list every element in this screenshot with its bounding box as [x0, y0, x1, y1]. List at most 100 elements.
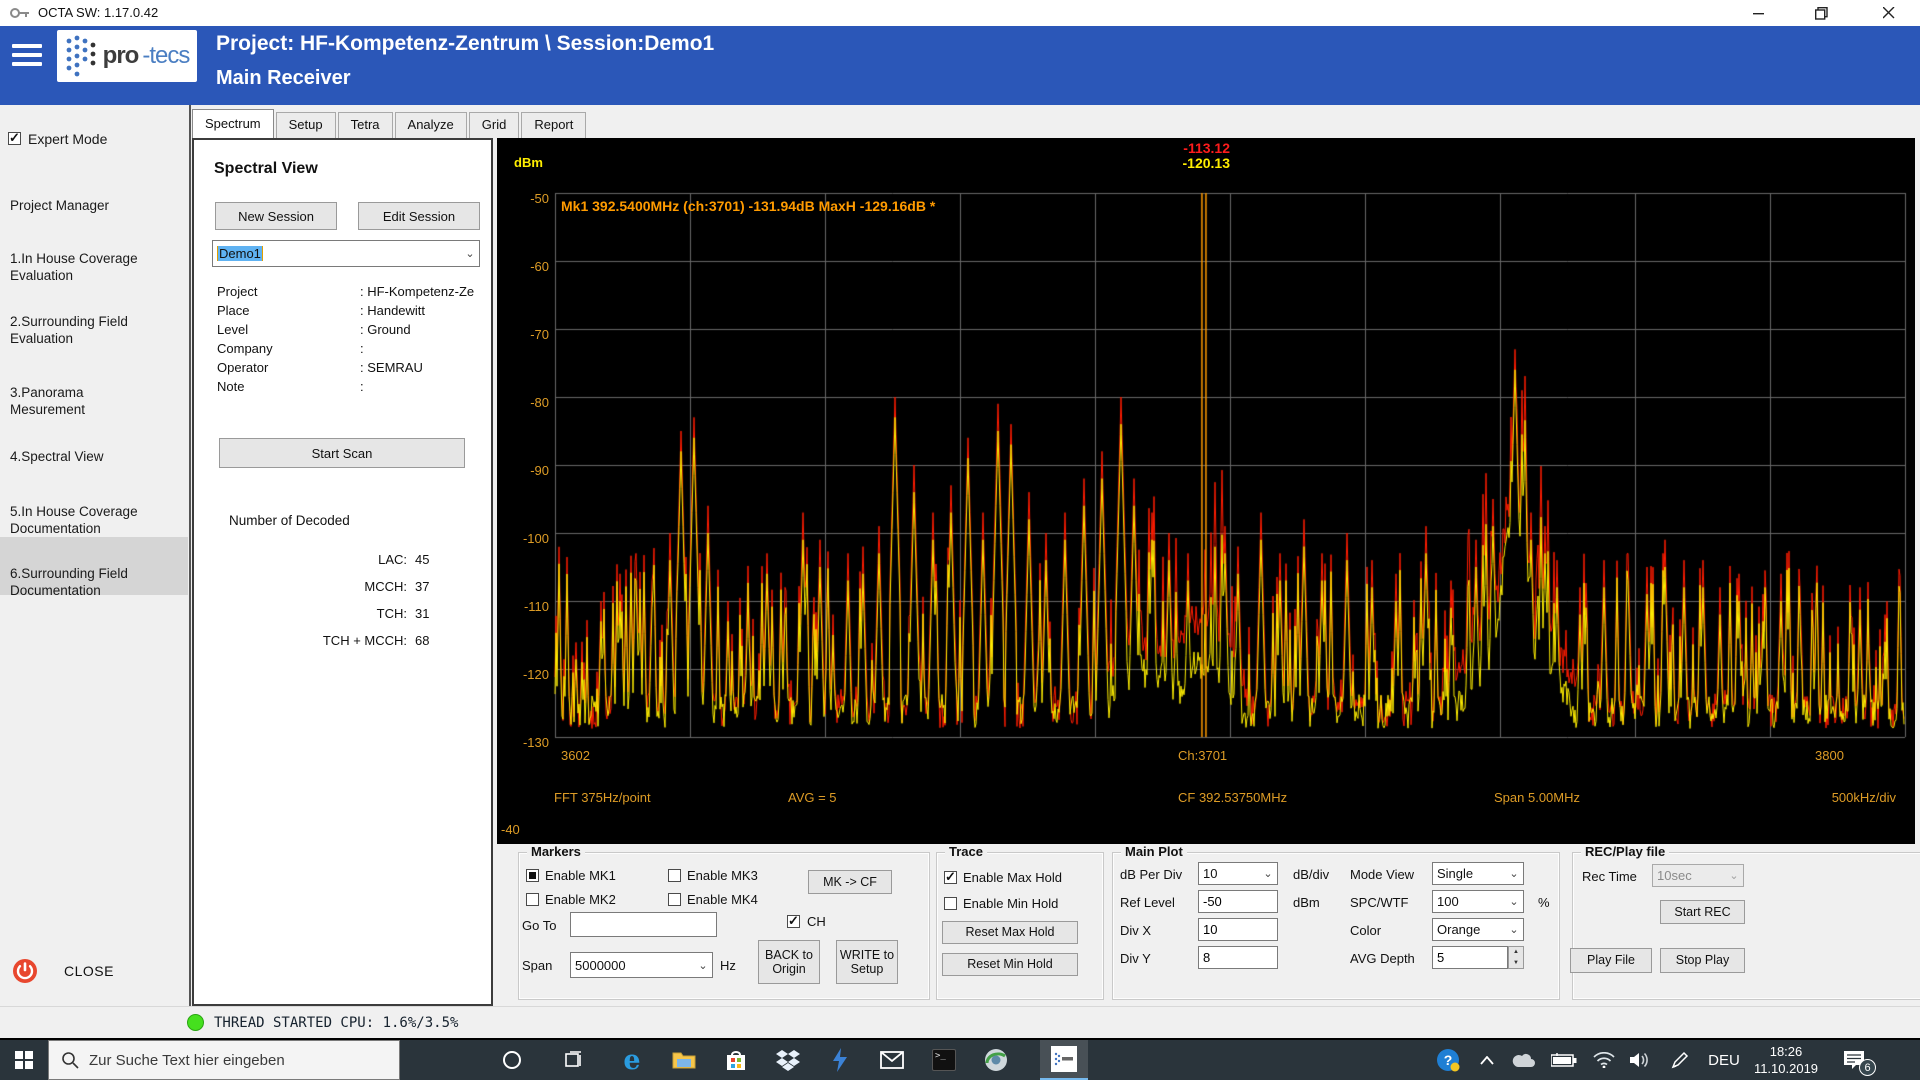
chevron-down-icon: ⌄ [694, 959, 712, 972]
div-y-label: Div Y [1120, 951, 1151, 966]
close-app-label[interactable]: CLOSE [64, 963, 114, 979]
sidebar-item-in-house-doc[interactable]: 5.In House Coverage Documentation [10, 503, 150, 537]
rec-play-group-title: REC/Play file [1581, 844, 1669, 859]
info-value-place: : Handewitt [360, 303, 425, 318]
logo-text-pro: pro [103, 42, 139, 70]
enable-min-hold-checkbox[interactable] [944, 897, 957, 910]
write-to-setup-button[interactable]: WRITE to Setup [836, 940, 898, 984]
ref-level-input[interactable] [1198, 890, 1278, 913]
lightning-app-button[interactable] [818, 1040, 862, 1080]
help-tray-button[interactable]: ? [1430, 1040, 1466, 1080]
enable-max-hold-checkbox[interactable] [944, 871, 957, 884]
mode-view-combo[interactable]: Single ⌄ [1432, 862, 1524, 885]
tab-grid[interactable]: Grid [469, 112, 520, 138]
sidebar-item-spectral-view[interactable]: 4.Spectral View [10, 448, 150, 465]
play-file-button[interactable]: Play File [1570, 948, 1652, 973]
expert-mode-checkbox[interactable] [8, 132, 21, 145]
onedrive-tray-button[interactable] [1506, 1040, 1542, 1080]
sidebar-item-panorama[interactable]: 3.Panorama Mesurement [10, 384, 150, 418]
new-session-button[interactable]: New Session [215, 202, 337, 230]
enable-mk2-label: Enable MK2 [545, 892, 616, 907]
sidebar-item-surrounding-eval[interactable]: 2.Surrounding Field Evaluation [10, 313, 150, 347]
start-scan-button[interactable]: Start Scan [219, 438, 465, 468]
info-value-company: : [360, 341, 364, 356]
close-window-button[interactable] [1866, 0, 1912, 26]
color-combo[interactable]: Orange ⌄ [1432, 918, 1524, 941]
decoded-value-tch-mcch: 68 [415, 633, 429, 648]
hamburger-menu-icon[interactable] [12, 44, 42, 72]
reset-min-hold-button[interactable]: Reset Min Hold [942, 953, 1078, 976]
info-label-level: Level [217, 322, 248, 337]
battery-tray-button[interactable] [1546, 1040, 1582, 1080]
rec-time-combo[interactable]: 10sec ⌄ [1652, 864, 1744, 887]
edge-button[interactable]: e [610, 1040, 654, 1080]
spinner-down-icon[interactable]: ▼ [1513, 960, 1519, 966]
status-bar: THREAD STARTED CPU: 1.6%/3.5% [0, 1006, 1920, 1038]
globe-icon [984, 1048, 1008, 1072]
dropbox-button[interactable] [766, 1040, 810, 1080]
sidebar-item-surrounding-doc[interactable]: 6.Surrounding Field Documentation [10, 565, 150, 599]
content-divider [189, 105, 191, 1006]
info-value-operator: : SEMRAU [360, 360, 423, 375]
tab-tetra[interactable]: Tetra [338, 112, 393, 138]
task-view-button[interactable] [552, 1040, 596, 1080]
enable-mk1-checkbox[interactable] [526, 869, 539, 882]
spectrum-chart: dBm -113.12 -120.13 Mk1 392.5400MHz (ch:… [497, 138, 1915, 844]
tab-spectrum[interactable]: Spectrum [192, 109, 274, 138]
minimize-button[interactable] [1736, 0, 1782, 26]
pen-tray-button[interactable] [1662, 1040, 1698, 1080]
mail-button[interactable] [870, 1040, 914, 1080]
div-y-input[interactable] [1198, 946, 1278, 969]
y-tick-label: -50 [509, 191, 549, 206]
spinner-up-icon[interactable]: ▲ [1513, 949, 1519, 955]
taskbar-search-box[interactable]: Zur Suche Text hier eingeben [48, 1040, 400, 1080]
mk-to-cf-button[interactable]: MK -> CF [808, 870, 892, 894]
x-label-left: 3602 [561, 748, 590, 763]
sidebar-item-in-house-eval[interactable]: 1.In House Coverage Evaluation [10, 250, 150, 284]
color-value: Orange [1433, 922, 1505, 937]
chevron-down-icon: ⌄ [1725, 869, 1743, 882]
spc-unit: % [1538, 895, 1550, 910]
avg-depth-spinner[interactable]: ▲▼ [1508, 946, 1524, 969]
mode-view-value: Single [1433, 866, 1505, 881]
store-button[interactable] [714, 1040, 758, 1080]
action-center-button[interactable]: 6 [1830, 1040, 1878, 1080]
db-per-div-combo[interactable]: 10 ⌄ [1198, 862, 1278, 885]
active-app-button[interactable] [1040, 1040, 1088, 1080]
file-explorer-button[interactable] [662, 1040, 706, 1080]
span-combo[interactable]: 5000000 ⌄ [570, 952, 713, 978]
tab-report[interactable]: Report [521, 112, 586, 138]
language-indicator[interactable]: DEU [1702, 1040, 1746, 1080]
spc-wtf-combo[interactable]: 100 ⌄ [1432, 890, 1524, 913]
avg-depth-input[interactable] [1432, 946, 1508, 969]
terminal-button[interactable]: >_ [922, 1040, 966, 1080]
vpn-button[interactable] [974, 1040, 1018, 1080]
sidebar-item-project-manager[interactable]: Project Manager [10, 197, 150, 214]
tray-chevron-button[interactable] [1472, 1040, 1502, 1080]
cortana-button[interactable] [490, 1040, 534, 1080]
goto-input[interactable] [570, 912, 717, 937]
ch-checkbox[interactable] [787, 915, 800, 928]
receiver-subtitle: Main Receiver [216, 67, 351, 90]
reset-max-hold-button[interactable]: Reset Max Hold [942, 921, 1078, 944]
avg-depth-label: AVG Depth [1350, 951, 1415, 966]
clock-tray[interactable]: 18:26 11.10.2019 [1748, 1043, 1824, 1077]
restore-button[interactable] [1798, 0, 1844, 26]
tab-setup[interactable]: Setup [276, 112, 336, 138]
back-to-origin-button[interactable]: BACK to Origin [758, 940, 820, 984]
windows-logo-icon [15, 1051, 33, 1069]
spectrum-plot-canvas[interactable] [497, 138, 1915, 844]
stop-play-button[interactable]: Stop Play [1660, 948, 1745, 973]
enable-mk4-checkbox[interactable] [668, 893, 681, 906]
div-x-input[interactable] [1198, 918, 1278, 941]
enable-mk3-checkbox[interactable] [668, 869, 681, 882]
tab-analyze[interactable]: Analyze [395, 112, 467, 138]
wifi-tray-button[interactable] [1586, 1040, 1622, 1080]
power-icon[interactable] [12, 958, 38, 984]
session-select[interactable]: Demo1 ⌄ [212, 240, 480, 267]
start-button[interactable] [2, 1040, 46, 1080]
edit-session-button[interactable]: Edit Session [358, 202, 480, 230]
start-rec-button[interactable]: Start REC [1660, 900, 1745, 924]
enable-mk2-checkbox[interactable] [526, 893, 539, 906]
volume-tray-button[interactable] [1622, 1040, 1658, 1080]
